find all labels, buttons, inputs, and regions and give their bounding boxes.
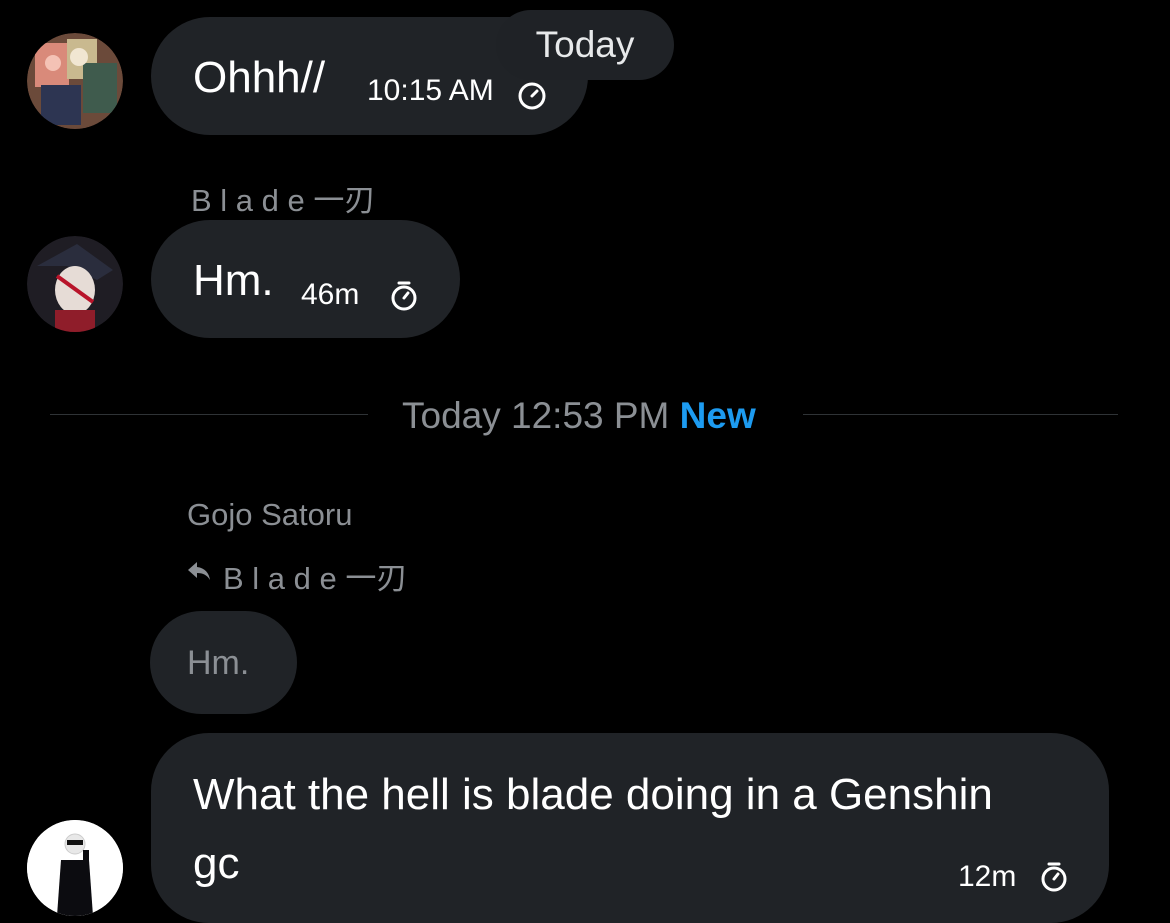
sender-name[interactable]: B l a d e 一刃 (191, 175, 375, 220)
timer-icon (391, 281, 417, 311)
avatar-image (27, 820, 123, 916)
avatar-gojo[interactable] (27, 820, 123, 916)
new-badge: New (679, 395, 756, 436)
sender-name[interactable]: Gojo Satoru (187, 497, 352, 533)
message-text-line-1: What the hell is blade doing in a Genshi… (193, 770, 993, 819)
quoted-text: Hm. (187, 644, 250, 682)
avatar-image (27, 33, 123, 129)
date-pill: Today (496, 10, 674, 80)
avatar-blade[interactable] (27, 236, 123, 332)
message-time: 10:15 AM (367, 74, 494, 107)
divider-line-left (50, 414, 368, 415)
divider-line-right (803, 414, 1118, 415)
timer-icon (1041, 862, 1067, 892)
message-bubble-2[interactable]: Hm. 46m (151, 220, 460, 338)
message-text-line-2: gc (193, 839, 240, 888)
message-text: Hm. (193, 256, 274, 305)
avatar-sender-1[interactable] (27, 33, 123, 129)
message-time: 12m (958, 860, 1017, 893)
avatar-image (27, 236, 123, 332)
message-time: 46m (301, 278, 360, 311)
reply-target-name: B l a d e 一刃 (223, 561, 408, 596)
message-bubble-3[interactable]: What the hell is blade doing in a Genshi… (151, 733, 1109, 923)
quoted-message[interactable]: Hm. (150, 611, 297, 714)
divider-label: Today 12:53 PM (402, 395, 670, 436)
new-messages-divider: Today 12:53 PM New (402, 395, 756, 437)
message-text: Ohhh// (193, 53, 326, 102)
timer-icon (518, 82, 546, 110)
reply-arrow-icon (188, 562, 210, 580)
